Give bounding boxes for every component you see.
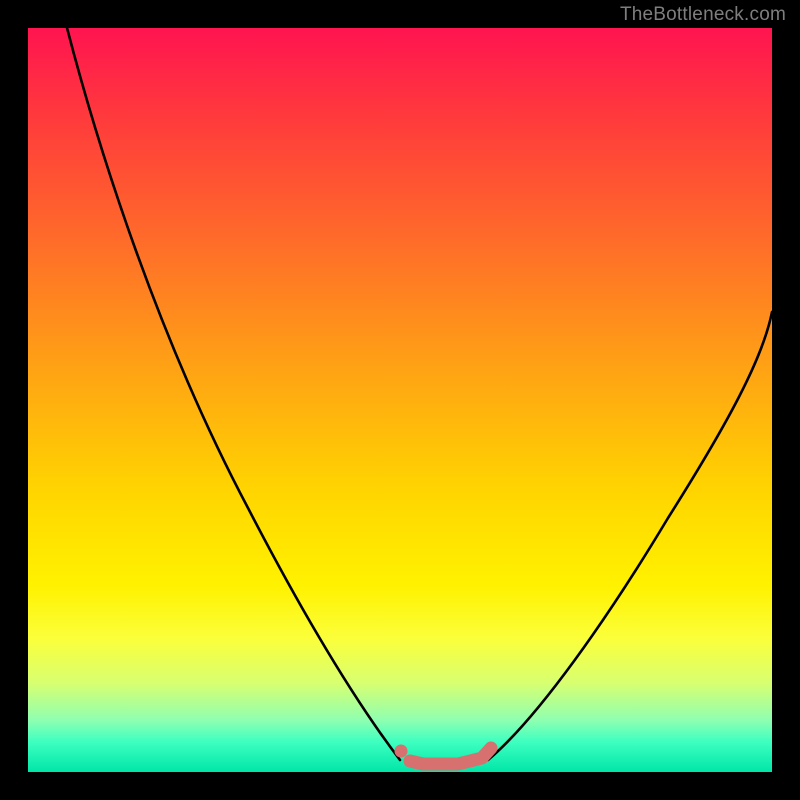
left-curve <box>66 28 400 760</box>
watermark-text: TheBottleneck.com <box>620 4 786 26</box>
flat-bottom-segment <box>410 748 491 764</box>
curve-layer <box>28 28 772 772</box>
right-curve <box>488 312 772 760</box>
flat-start-dot <box>395 745 408 758</box>
chart-frame: TheBottleneck.com <box>0 0 800 800</box>
gradient-plot-area <box>28 28 772 772</box>
